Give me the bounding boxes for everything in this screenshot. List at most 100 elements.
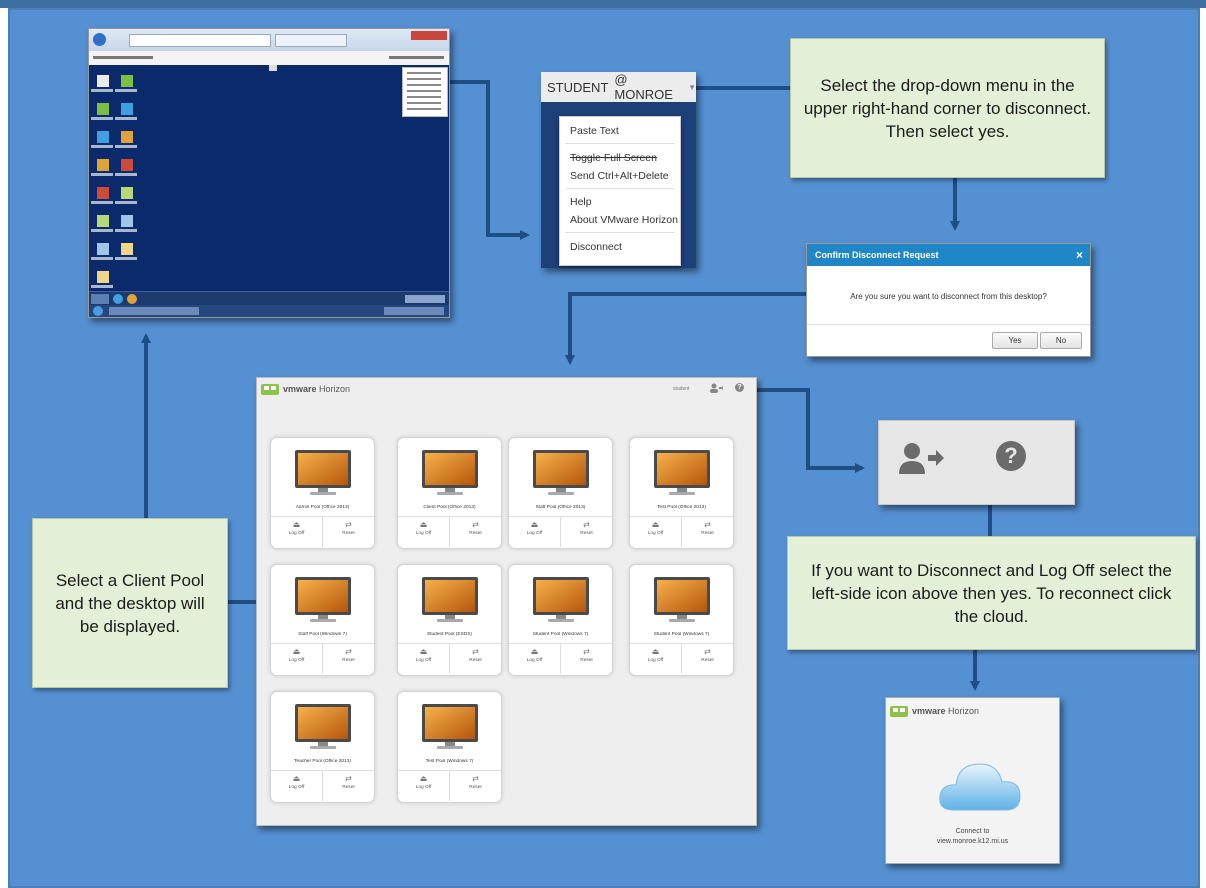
pool-tile[interactable]: Staff Pool (Office 2013) ⏏ Log Off ⇄ Reset xyxy=(508,437,613,549)
desktop-shortcut-icon xyxy=(97,159,109,171)
reset-label: Reset xyxy=(580,658,593,663)
desktop-shortcut-label xyxy=(91,89,113,92)
logoff-button[interactable]: ⏏ Log Off xyxy=(271,770,323,801)
user-menu-bar[interactable]: STUDENT @ MONROE ▼ xyxy=(541,72,696,102)
remote-taskbar xyxy=(89,291,449,306)
logoff-label: Log Off xyxy=(415,658,432,663)
logoff-label: Log Off xyxy=(526,658,543,663)
desktop-shortcut-label xyxy=(115,89,137,92)
reset-button[interactable]: ⇄ Reset xyxy=(450,770,501,801)
logoff-button[interactable]: ⏏ Log Off xyxy=(630,643,682,674)
pool-tile[interactable]: Test Pool (Windows 7) ⏏ Log Off ⇄ Reset xyxy=(397,691,502,803)
logoff-icon: ⏏ xyxy=(292,774,301,783)
logoff-icon[interactable] xyxy=(709,383,723,395)
desktop-shortcut-label xyxy=(115,145,137,148)
logoff-button[interactable]: ⏏ Log Off xyxy=(630,516,682,547)
desktop-shortcut-icon xyxy=(97,271,109,283)
logoff-button[interactable]: ⏏ Log Off xyxy=(271,643,323,674)
connect-label: Connect to xyxy=(955,828,990,835)
desktop-shortcut-label xyxy=(91,117,113,120)
reset-button[interactable]: ⇄ Reset xyxy=(561,643,612,674)
reset-label: Reset xyxy=(342,658,355,663)
logoff-button[interactable]: ⏏ Log Off xyxy=(271,516,323,547)
pool-name: Student Pool (Windows 7) xyxy=(653,632,710,637)
connect-brand: vmware Horizon xyxy=(912,706,979,716)
pool-name: Client Pool (Office 2013) xyxy=(423,505,476,510)
reset-button[interactable]: ⇄ Reset xyxy=(682,643,733,674)
reset-button[interactable]: ⇄ Reset xyxy=(682,516,733,547)
logoff-label: Log Off xyxy=(288,785,305,790)
logoff-icon: ⏏ xyxy=(292,647,301,656)
desktop-shortcut-icon xyxy=(97,187,109,199)
reset-icon: ⇄ xyxy=(345,774,352,783)
desktop-monitor-icon xyxy=(422,704,478,749)
pool-name: Teacher Pool (Office 2013) xyxy=(294,759,351,764)
pool-tile[interactable]: Admin Pool (Office 2013) ⏏ Log Off ⇄ Reset xyxy=(270,437,375,549)
reset-icon: ⇄ xyxy=(583,647,590,656)
browser-toolbar xyxy=(89,29,449,51)
desktop-shortcut-label xyxy=(115,201,137,204)
note-client-pool: Select a Client Pool and the desktop wil… xyxy=(32,518,228,688)
desktop-shortcut-label xyxy=(115,257,137,260)
desktop-shortcut-icon xyxy=(121,243,133,255)
reset-label: Reset xyxy=(580,531,593,536)
reset-label: Reset xyxy=(342,785,355,790)
logoff-button[interactable]: ⏏ Log Off xyxy=(398,516,450,547)
help-question-icon[interactable]: ? xyxy=(996,441,1026,471)
logoff-label: Log Off xyxy=(647,531,664,536)
horizon-brand-vmware: vmware xyxy=(283,384,317,394)
connect-panel-screenshot: vmware Horizon Connect to view.monroe.k1… xyxy=(885,697,1060,864)
menu-item-help[interactable]: Help xyxy=(570,196,592,208)
horizon-brand-product: Horizon xyxy=(319,384,351,394)
reset-button[interactable]: ⇄ Reset xyxy=(323,643,374,674)
desktop-shortcut-icon xyxy=(97,215,109,227)
close-icon[interactable]: × xyxy=(1076,248,1083,262)
logoff-button[interactable]: ⏏ Log Off xyxy=(398,643,450,674)
reset-button[interactable]: ⇄ Reset xyxy=(450,643,501,674)
pool-tile[interactable]: Staff Pool (Windows 7) ⏏ Log Off ⇄ Reset xyxy=(270,564,375,676)
logoff-label: Log Off xyxy=(415,785,432,790)
menu-item-toggle-fullscreen[interactable]: Toggle Full Screen xyxy=(570,152,657,164)
menu-item-ctrl-alt-delete[interactable]: Send Ctrl+Alt+Delete xyxy=(570,170,669,182)
pool-tile[interactable]: Student Pool (ESDS) ⏏ Log Off ⇄ Reset xyxy=(397,564,502,676)
logoff-label: Log Off xyxy=(288,658,305,663)
arrow-screenshot-to-menu xyxy=(450,80,530,240)
mini-dropdown-menu xyxy=(402,67,448,117)
menu-item-disconnect[interactable]: Disconnect xyxy=(570,241,622,253)
pool-name: Admin Pool (Office 2013) xyxy=(295,505,350,510)
desktop-shortcut-label xyxy=(91,257,113,260)
logoff-user-icon[interactable] xyxy=(897,441,945,481)
horizon-brand: vmware Horizon xyxy=(283,384,350,394)
pool-tile[interactable]: Student Pool (Windows 7) ⏏ Log Off ⇄ Reset xyxy=(508,564,613,676)
pool-tile[interactable]: Test Pool (Office 2013) ⏏ Log Off ⇄ Reset xyxy=(629,437,734,549)
reset-button[interactable]: ⇄ Reset xyxy=(561,516,612,547)
reset-button[interactable]: ⇄ Reset xyxy=(323,516,374,547)
horizon-toolbar xyxy=(89,51,449,66)
logoff-icon: ⏏ xyxy=(419,647,428,656)
menu-item-paste[interactable]: Paste Text xyxy=(570,125,619,137)
arrow-horizon-to-iconbox xyxy=(755,388,865,473)
desktop-shortcut-label xyxy=(91,229,113,232)
connect-brand-vmware: vmware xyxy=(912,706,946,716)
desktop-shortcut-label xyxy=(115,229,137,232)
window-controls-icon xyxy=(411,31,447,40)
pool-tile[interactable]: Client Pool (Office 2013) ⏏ Log Off ⇄ Reset xyxy=(397,437,502,549)
pool-tile[interactable]: Student Pool (Windows 7) ⏏ Log Off ⇄ Reset xyxy=(629,564,734,676)
desktop-shortcut-icon xyxy=(121,159,133,171)
logoff-button[interactable]: ⏏ Log Off xyxy=(509,516,561,547)
desktop-shortcut-icon xyxy=(121,103,133,115)
diagram-canvas: STUDENT @ MONROE ▼ Paste Text Toggle Ful… xyxy=(0,0,1206,888)
logoff-button[interactable]: ⏏ Log Off xyxy=(509,643,561,674)
desktop-shortcut-label xyxy=(91,173,113,176)
logoff-icon: ⏏ xyxy=(530,647,539,656)
menu-item-about[interactable]: About VMware Horizon xyxy=(570,214,678,226)
help-icon[interactable]: ? xyxy=(735,383,744,392)
logoff-button[interactable]: ⏏ Log Off xyxy=(398,770,450,801)
cloud-icon[interactable] xyxy=(934,750,1024,820)
reset-button[interactable]: ⇄ Reset xyxy=(450,516,501,547)
no-button[interactable]: No xyxy=(1040,332,1082,349)
reset-button[interactable]: ⇄ Reset xyxy=(323,770,374,801)
pool-tile[interactable]: Teacher Pool (Office 2013) ⏏ Log Off ⇄ Reset xyxy=(270,691,375,803)
yes-button[interactable]: Yes xyxy=(992,332,1038,349)
reset-icon: ⇄ xyxy=(583,520,590,529)
